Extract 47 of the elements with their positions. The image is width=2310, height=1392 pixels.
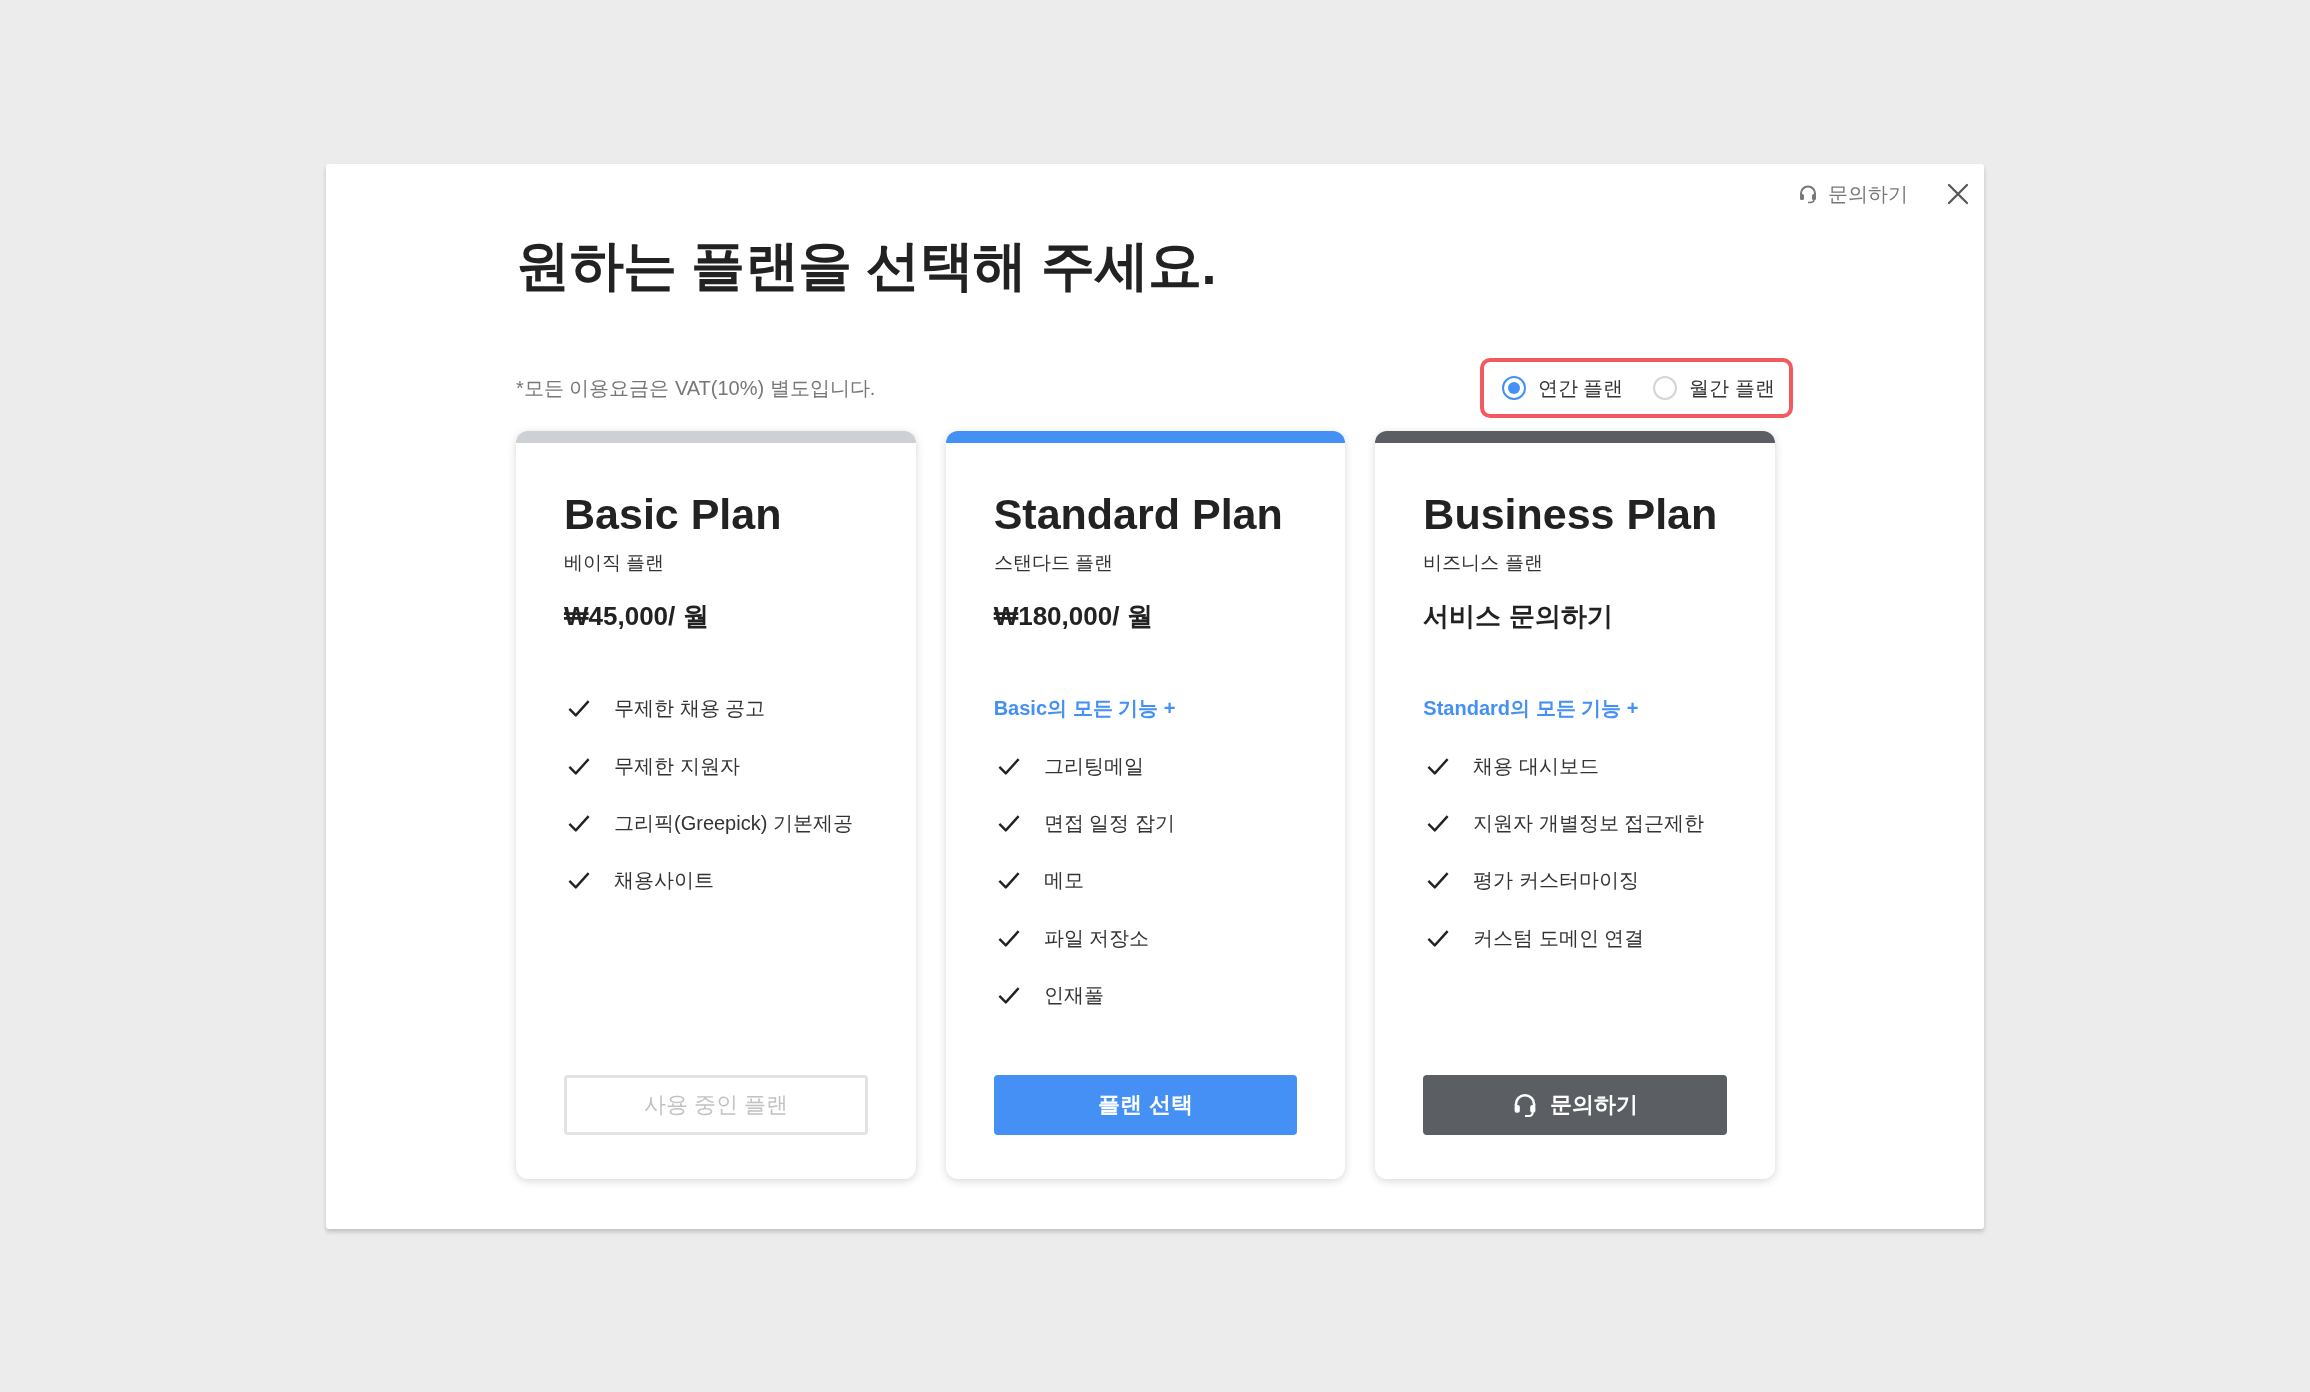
check-icon: [568, 813, 590, 833]
check-icon: [997, 813, 1020, 833]
check-icon: [568, 871, 590, 891]
plan-price: ₩180,000/ 월: [993, 600, 1154, 633]
plan-subtitle: 베이직 플랜: [564, 551, 666, 575]
check-icon: [568, 699, 590, 719]
feature-text: 지원자 개별정보 접근제한: [1473, 810, 1705, 836]
plan-name: Standard Plan: [993, 489, 1284, 540]
feature-text: 무제한 채용 공고: [614, 696, 766, 722]
feature-text: 그리픽(Greepick) 기본제공: [614, 810, 853, 836]
feature-text: 채용사이트: [614, 868, 714, 894]
feature-text: 무제한 지원자: [614, 753, 740, 779]
radio-option[interactable]: 월간 플랜: [1653, 374, 1775, 402]
check-icon: [568, 756, 590, 776]
radio-circle[interactable]: [1501, 376, 1526, 400]
feature-text: 파일 저장소: [1043, 925, 1150, 951]
vat-note: *모든 이용요금은 VAT(10%) 별도입니다.: [516, 375, 876, 401]
check-icon: [997, 986, 1020, 1006]
plan-name: Business Plan: [1423, 489, 1719, 540]
feature-text: 커스텀 도메인 연결: [1473, 925, 1645, 951]
help-link[interactable]: 문의하기: [1798, 180, 1908, 208]
feature-text: 그리팅메일: [1043, 753, 1144, 779]
plan-subtitle: 비즈니스 플랜: [1423, 551, 1544, 575]
feature-text: 평가 커스터마이징: [1473, 868, 1639, 894]
feature-text: 채용 대시보드: [1473, 753, 1599, 779]
plan-subtitle: 스탠다드 플랜: [993, 551, 1114, 575]
feature-text: 인재풀: [1043, 983, 1104, 1009]
close-icon: [1947, 183, 1969, 205]
check-icon: [997, 756, 1020, 776]
feature-text: 메모: [1043, 868, 1084, 894]
check-icon: [997, 871, 1020, 891]
check-icon: [997, 928, 1020, 948]
check-icon: [1427, 928, 1450, 948]
check-icon: [1427, 756, 1450, 776]
plan-name: Basic Plan: [564, 489, 783, 540]
check-icon: [1427, 871, 1450, 891]
headset-icon: [1798, 184, 1818, 204]
feature-text: 면접 일정 잡기: [1043, 810, 1175, 836]
radio-option[interactable]: 연간 플랜: [1501, 374, 1624, 402]
check-icon: [1427, 813, 1450, 833]
dialog-title: 원하는 플랜을 선택해 주세요.: [516, 234, 1217, 297]
includes-note: Standard의 모든 기능 +: [1423, 696, 1639, 722]
contact-button[interactable]: 문의하기: [1423, 1075, 1727, 1135]
close-button[interactable]: [1946, 182, 1970, 206]
plan-price: ₩45,000/ 월: [564, 600, 710, 633]
includes-note: Basic의 모든 기능 +: [993, 696, 1176, 722]
plan-price: 서비스 문의하기: [1423, 600, 1614, 633]
